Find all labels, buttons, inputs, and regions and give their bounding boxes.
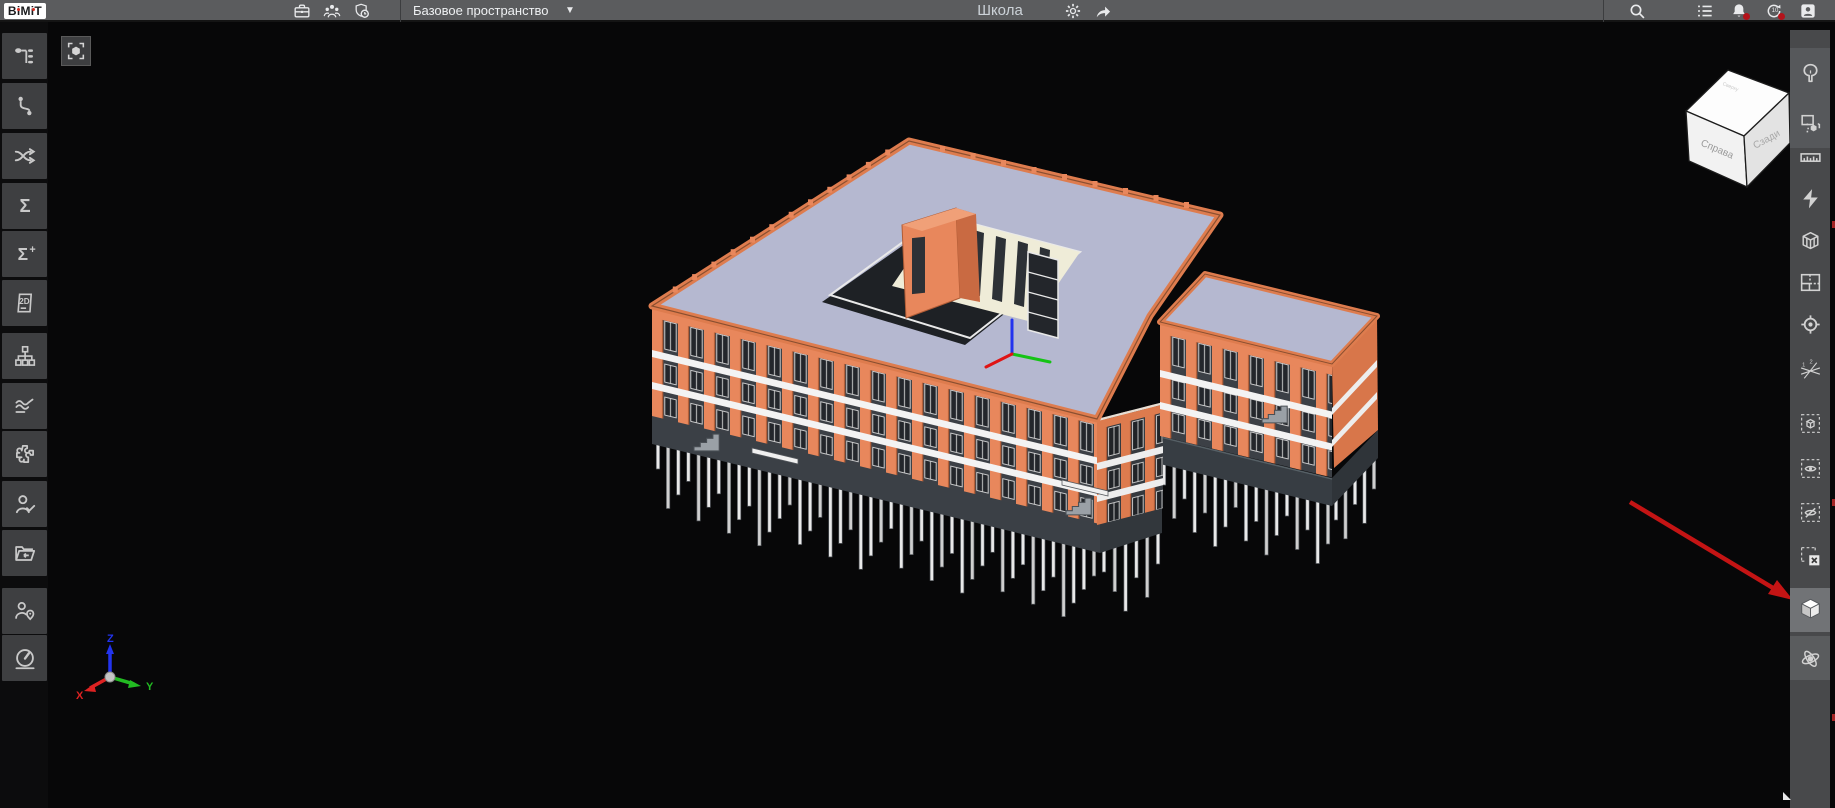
chevron-down-icon[interactable]: ▼ <box>565 0 575 22</box>
account-user-icon[interactable] <box>1798 1 1818 21</box>
fit-view-button[interactable] <box>61 36 91 66</box>
topbar-divider <box>1603 0 1604 22</box>
logo-red-dot <box>32 8 35 11</box>
right-toolbar <box>1790 30 1830 808</box>
usercheck-icon <box>12 491 38 517</box>
axis-gizmo: Z Y X <box>76 633 154 702</box>
user-location-button[interactable] <box>2 588 47 634</box>
foldershare-icon <box>12 540 38 566</box>
ruler-measure-button[interactable] <box>1792 138 1828 174</box>
project-title: Школа <box>940 0 1060 22</box>
user-check-button[interactable] <box>2 481 47 527</box>
boxsection-icon <box>1798 228 1823 253</box>
left-toolbar <box>0 22 48 808</box>
briefcase-icon[interactable] <box>292 1 312 21</box>
selection-hide-button[interactable] <box>1792 494 1828 530</box>
folder-share-button[interactable] <box>2 530 47 576</box>
orbit-3d-button[interactable] <box>1792 640 1828 676</box>
waves-icon <box>12 393 38 419</box>
userpin-icon <box>12 598 38 624</box>
shuffle-icon <box>12 143 38 169</box>
dashclear-icon <box>1798 544 1823 569</box>
capture-selection-button[interactable] <box>1792 105 1828 141</box>
plugin-puzzle-button[interactable] <box>2 431 47 477</box>
solidcube-icon <box>1798 596 1823 621</box>
sitemap-icon <box>12 343 38 369</box>
gizmo-x-label: X <box>76 690 84 702</box>
notification-red-dot <box>1743 13 1750 20</box>
modeltree-icon <box>12 43 38 69</box>
flash-icon <box>1798 186 1823 211</box>
orbit-icon <box>1798 646 1823 671</box>
axeslines-icon <box>1798 358 1823 383</box>
ruler-icon <box>1798 144 1823 169</box>
red-annotation-arrow <box>1630 502 1793 600</box>
selection-show-button[interactable] <box>1792 450 1828 486</box>
box-section-button[interactable] <box>1792 222 1828 258</box>
sheet-2d-button[interactable] <box>2 280 47 326</box>
topbar-divider <box>400 0 401 22</box>
workspace-selector[interactable]: Базовое пространство <box>413 0 549 22</box>
rail-resize-handle[interactable] <box>1783 792 1791 800</box>
sum-button[interactable] <box>2 183 47 229</box>
history-red-dot <box>1778 13 1785 20</box>
floor-plan-button[interactable] <box>1792 264 1828 300</box>
shield-status-icon[interactable] <box>352 1 372 21</box>
dashcube-icon <box>1798 411 1823 436</box>
waves-chart-button[interactable] <box>2 383 47 429</box>
team-icon[interactable] <box>322 1 342 21</box>
gizmo-y-label: Y <box>146 681 154 693</box>
section-flash-button[interactable] <box>1792 180 1828 216</box>
axes-lines-button[interactable] <box>1792 352 1828 388</box>
sigmaplus-icon <box>12 241 38 267</box>
top-bar: BiMiT Базовое пространство ▼ Школа 10 <box>0 0 1835 22</box>
settings-gear-icon[interactable] <box>1063 1 1083 21</box>
naturetree-icon <box>1798 61 1823 86</box>
search-icon[interactable] <box>1627 1 1647 21</box>
gizmo-z-label: Z <box>107 633 114 645</box>
app-logo[interactable]: BiMiT <box>4 3 46 19</box>
gauge-button[interactable] <box>2 635 47 681</box>
locate-target-button[interactable] <box>1792 306 1828 342</box>
target-icon <box>1798 312 1823 337</box>
shuffle-links-button[interactable] <box>2 133 47 179</box>
building-facade-right <box>1097 402 1163 525</box>
viewport-3d-scene[interactable]: Z Y X <box>0 0 1835 808</box>
branch-icon <box>12 93 38 119</box>
sigma-icon <box>12 193 38 219</box>
app-logo-text: BiMiT <box>8 4 42 18</box>
sitemap-button[interactable] <box>2 333 47 379</box>
logo-red-dot <box>17 8 20 11</box>
view-cube[interactable]: Сверху Справа Сзади <box>1678 62 1798 194</box>
dasheyeoff-icon <box>1798 500 1823 525</box>
doc2d-icon <box>12 290 38 316</box>
puzzle-icon <box>12 441 38 467</box>
dasheye-icon <box>1798 456 1823 481</box>
branch-button[interactable] <box>2 83 47 129</box>
model-tree-button[interactable] <box>2 33 47 79</box>
tree-plan-button[interactable] <box>1792 55 1828 91</box>
share-icon[interactable] <box>1093 1 1113 21</box>
floorplan-icon <box>1798 270 1823 295</box>
gauge-icon <box>12 645 38 671</box>
cube-view-button[interactable] <box>1792 590 1828 626</box>
selection-cube-button[interactable] <box>1792 405 1828 441</box>
selection-clear-button[interactable] <box>1792 538 1828 574</box>
capture-icon <box>1798 111 1823 136</box>
menu-list-icon[interactable] <box>1695 1 1715 21</box>
fit-hexagon-icon <box>65 40 87 62</box>
sum-add-button[interactable] <box>2 231 47 277</box>
